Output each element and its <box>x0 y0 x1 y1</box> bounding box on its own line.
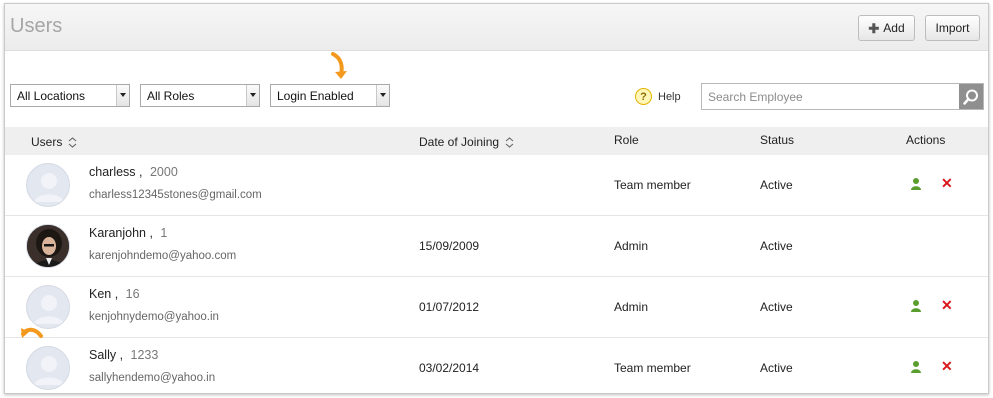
location-select-value: All Locations <box>17 88 86 103</box>
location-select[interactable]: All Locations <box>10 84 130 107</box>
user-role: Team member <box>614 361 691 375</box>
search-box <box>701 83 984 110</box>
search-button[interactable] <box>959 84 983 109</box>
import-button[interactable]: Import <box>925 15 980 41</box>
user-photo-icon <box>27 225 69 267</box>
chevron-down-icon <box>246 85 259 106</box>
help-link[interactable]: ? Help <box>635 88 681 105</box>
default-avatar-icon <box>28 165 69 206</box>
plus-icon: ✚ <box>868 20 880 36</box>
user-status: Active <box>760 300 793 314</box>
user-name-text: Sally <box>89 348 117 362</box>
users-panel: Users ✚ Add Import All Locations All Rol… <box>4 3 989 394</box>
user-role: Admin <box>614 300 649 314</box>
role-select[interactable]: All Roles <box>140 84 260 107</box>
user-name[interactable]: Sally , 1233 <box>89 348 158 362</box>
sort-icon <box>505 136 514 148</box>
table-row[interactable]: Ken , 16 kenjohnydemo@yahoo.in 01/07/201… <box>5 277 988 338</box>
column-role: Role <box>614 133 639 147</box>
user-id: 2000 <box>149 165 178 179</box>
close-icon[interactable]: ✕ <box>941 298 953 312</box>
default-avatar-icon <box>28 348 69 389</box>
user-icon[interactable] <box>910 299 922 313</box>
column-actions: Actions <box>906 133 946 147</box>
table-row[interactable]: Sally , 1233 sallyhendemo@yahoo.in 03/02… <box>5 338 988 393</box>
curved-arrow-icon <box>21 327 43 338</box>
chevron-down-icon <box>116 85 129 106</box>
user-status: Active <box>760 178 793 192</box>
column-status: Status <box>760 133 795 147</box>
close-icon[interactable]: ✕ <box>941 176 953 190</box>
magnifier-icon <box>963 89 978 105</box>
chevron-down-icon <box>376 85 389 106</box>
search-input[interactable] <box>702 84 957 109</box>
date-of-joining: 01/07/2012 <box>419 300 480 314</box>
user-status: Active <box>760 361 793 375</box>
column-users-label: Users <box>31 135 63 149</box>
date-of-joining: 03/02/2014 <box>419 361 480 375</box>
user-name[interactable]: Karanjohn , 1 <box>89 226 167 240</box>
user-email: sallyhendemo@yahoo.in <box>89 372 216 384</box>
user-id: 1233 <box>130 348 159 362</box>
user-id: 1 <box>160 226 168 240</box>
question-icon: ? <box>635 88 652 105</box>
help-label: Help <box>658 90 681 103</box>
column-date-label: Date of Joining <box>419 135 500 149</box>
table-header: Users Date of Joining Role Status Action… <box>5 127 988 155</box>
table-row[interactable]: charless , 2000 charless12345stones@gmai… <box>5 155 988 216</box>
page-header: Users ✚ Add Import <box>5 4 988 51</box>
page-title: Users <box>10 15 63 37</box>
avatar <box>26 224 70 268</box>
user-icon[interactable] <box>910 360 922 374</box>
date-of-joining: 15/09/2009 <box>419 239 480 253</box>
user-name-text: charless <box>89 165 136 179</box>
user-name[interactable]: Ken , 16 <box>89 287 140 301</box>
avatar <box>26 346 70 390</box>
curved-arrow-icon <box>331 52 347 79</box>
avatar <box>26 163 70 207</box>
login-status-select[interactable]: Login Enabled <box>270 84 390 107</box>
column-date[interactable]: Date of Joining <box>419 135 514 149</box>
role-select-value: All Roles <box>147 88 195 103</box>
user-role: Admin <box>614 239 649 253</box>
user-status: Active <box>760 239 793 253</box>
sort-icon <box>68 136 77 148</box>
user-role: Team member <box>614 178 691 192</box>
user-id: 16 <box>125 287 140 301</box>
column-users[interactable]: Users <box>31 135 77 149</box>
user-icon[interactable] <box>910 177 922 191</box>
close-icon[interactable]: ✕ <box>941 359 953 373</box>
user-email: kenjohnydemo@yahoo.in <box>89 311 219 323</box>
add-button[interactable]: ✚ Add <box>858 15 915 41</box>
login-select-value: Login Enabled <box>277 88 354 103</box>
user-name-text: Karanjohn <box>89 226 146 240</box>
user-email: karenjohndemo@yahoo.com <box>89 250 237 262</box>
user-email: charless12345stones@gmail.com <box>89 189 262 201</box>
add-button-label: Add <box>883 21 905 35</box>
table-row[interactable]: Karanjohn , 1 karenjohndemo@yahoo.com 15… <box>5 216 988 277</box>
user-name[interactable]: charless , 2000 <box>89 165 178 179</box>
user-name-text: Ken <box>89 287 112 301</box>
